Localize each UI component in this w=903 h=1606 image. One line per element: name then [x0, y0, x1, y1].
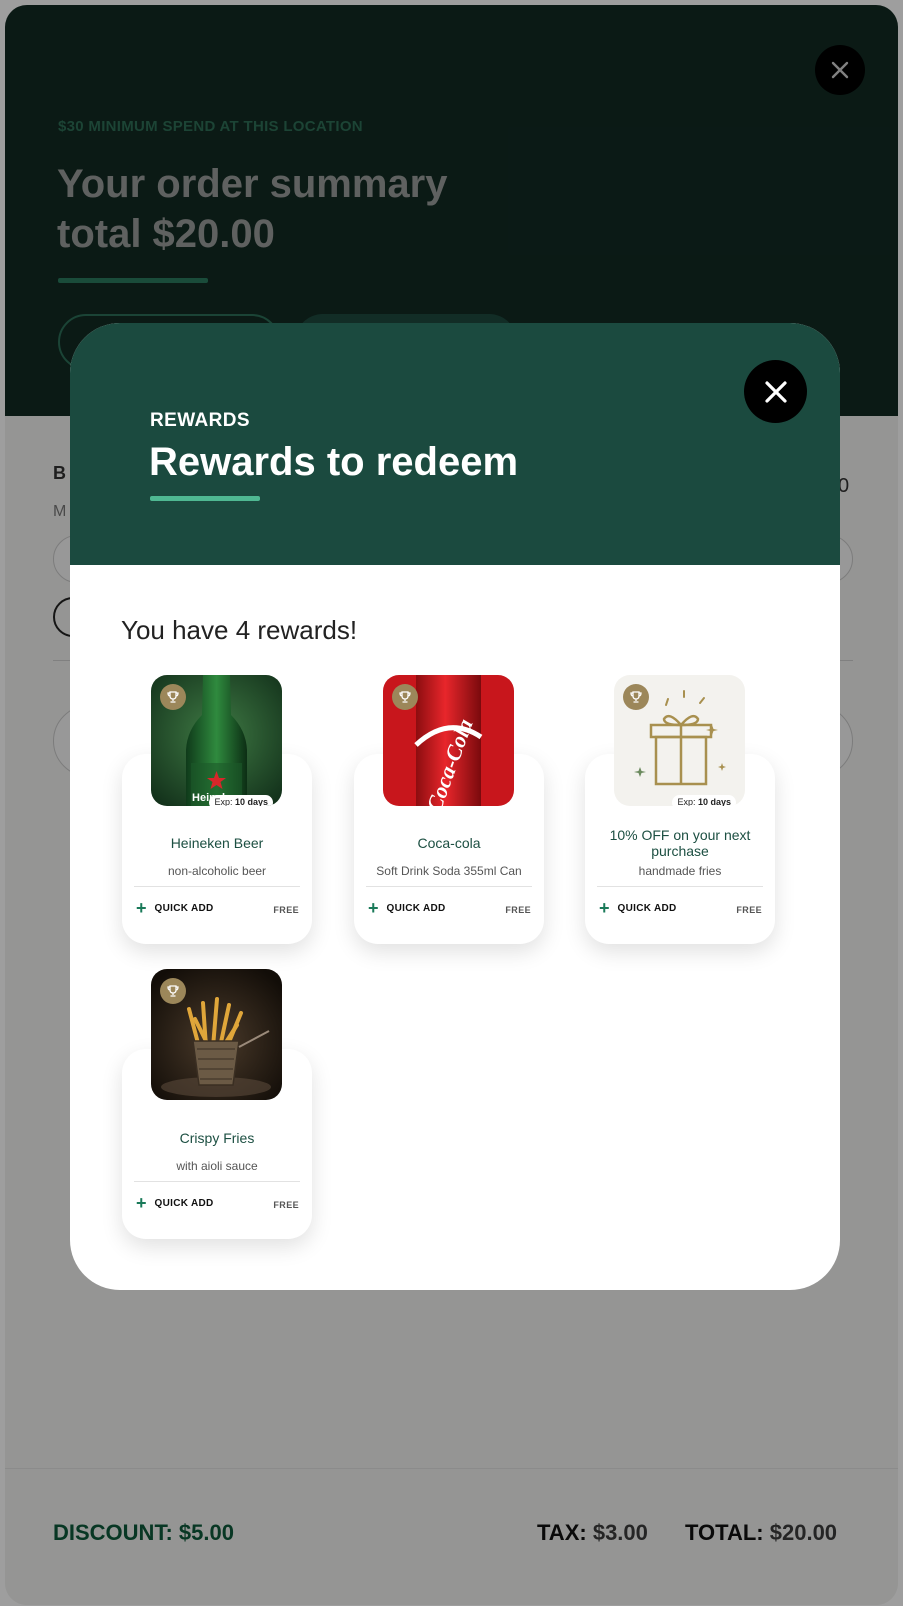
quick-add-button[interactable]: + QUICK ADD — [136, 898, 214, 918]
reward-price-free: FREE — [273, 905, 299, 915]
plus-icon: + — [368, 898, 379, 918]
reward-price-free: FREE — [505, 905, 531, 915]
rewards-eyebrow: REWARDS — [150, 410, 250, 431]
quick-add-button[interactable]: + QUICK ADD — [368, 898, 446, 918]
reward-name: Heineken Beer — [170, 835, 264, 851]
rewards-close-button[interactable] — [744, 360, 807, 423]
expiry-badge: Exp: 10 days — [672, 795, 736, 806]
rewards-modal-header: REWARDS Rewards to redeem — [70, 323, 840, 565]
plus-icon: + — [136, 898, 147, 918]
reward-card-divider — [597, 886, 763, 887]
fries-basket-image — [151, 969, 282, 1100]
rewards-count: You have 4 rewards! — [121, 615, 358, 645]
reward-price-free: FREE — [273, 1200, 299, 1210]
reward-card-divider — [366, 886, 532, 887]
expiry-prefix: Exp: — [214, 797, 233, 806]
expiry-prefix: Exp: — [677, 797, 696, 806]
rewards-modal: REWARDS Rewards to redeem You have 4 rew… — [70, 323, 840, 1290]
quick-add-label: QUICK ADD — [617, 902, 677, 914]
gift-box-image: Exp: 10 days — [614, 675, 745, 806]
quick-add-label: QUICK ADD — [154, 1197, 214, 1209]
reward-price-free: FREE — [736, 905, 762, 915]
expiry-badge: Exp: 10 days — [209, 795, 273, 806]
reward-name: Crispy Fries — [179, 1130, 255, 1146]
reward-description: non-alcoholic beer — [167, 864, 267, 878]
quick-add-label: QUICK ADD — [154, 902, 214, 914]
trophy-icon — [160, 978, 186, 1004]
reward-card-divider — [134, 1181, 300, 1182]
quick-add-label: QUICK ADD — [386, 902, 446, 914]
quick-add-button[interactable]: + QUICK ADD — [599, 898, 677, 918]
reward-name: 10% OFF on your next purchase — [609, 827, 751, 859]
reward-description: with aioli sauce — [176, 1159, 258, 1173]
plus-icon: + — [136, 1193, 147, 1213]
rewards-title-underline — [150, 496, 260, 501]
reward-name: Coca-cola — [417, 835, 481, 851]
soda-can-image: Coca-Cola — [383, 675, 514, 806]
quick-add-button[interactable]: + QUICK ADD — [136, 1193, 214, 1213]
trophy-icon — [623, 684, 649, 710]
expiry-value: 10 days — [697, 797, 731, 806]
plus-icon: + — [599, 898, 610, 918]
close-icon — [764, 380, 787, 403]
reward-card-divider — [134, 886, 300, 887]
rewards-title: Rewards to redeem — [149, 440, 519, 484]
reward-description: handmade fries — [638, 864, 722, 878]
beer-bottle-image: Heineken Exp: 10 days — [151, 675, 282, 806]
reward-description: Soft Drink Soda 355ml Can — [376, 864, 522, 878]
trophy-icon — [392, 684, 418, 710]
trophy-icon — [160, 684, 186, 710]
expiry-value: 10 days — [234, 797, 268, 806]
